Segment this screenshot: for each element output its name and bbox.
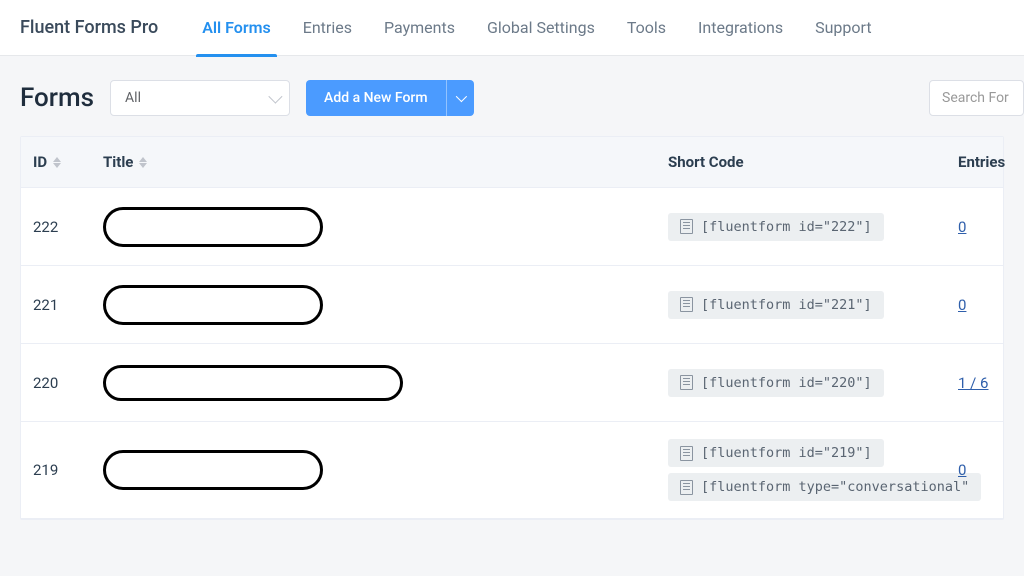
- nav-global-settings[interactable]: Global Settings: [471, 0, 611, 56]
- toolbar: Forms All Add a New Form Search For: [0, 56, 1024, 136]
- table-header-row: ID Title Short Code Entries: [21, 137, 1003, 188]
- entries-link[interactable]: 0: [958, 296, 966, 314]
- nav-entries[interactable]: Entries: [287, 0, 368, 56]
- shortcode-text: [fluentform id="222"]: [701, 219, 872, 235]
- entries-link[interactable]: 1 / 6: [958, 374, 989, 392]
- cell-title[interactable]: [91, 450, 656, 490]
- table-row: 221 [fluentform id="221"] 0: [21, 266, 1003, 344]
- table-row: 220 [fluentform id="220"] 1 / 6: [21, 344, 1003, 422]
- forms-table: ID Title Short Code Entries 222 [fluentfo…: [20, 136, 1004, 520]
- table-row: 222 [fluentform id="222"] 0: [21, 188, 1003, 266]
- form-title-redacted[interactable]: [103, 365, 403, 401]
- search-placeholder: Search For: [942, 90, 1009, 106]
- shortcode-chip[interactable]: [fluentform id="220"]: [668, 369, 884, 397]
- sort-icon: [53, 157, 61, 168]
- cell-id: 221: [21, 296, 91, 314]
- nav-tools[interactable]: Tools: [611, 0, 682, 56]
- col-title[interactable]: Title: [91, 153, 656, 171]
- form-title-redacted[interactable]: [103, 285, 323, 325]
- page-title: Forms: [20, 83, 94, 113]
- search-input[interactable]: Search For: [929, 80, 1024, 116]
- top-nav: Fluent Forms Pro All FormsEntriesPayment…: [0, 0, 1024, 56]
- entries-link[interactable]: 0: [958, 461, 966, 479]
- cell-shortcode: [fluentform id="220"]: [656, 366, 946, 400]
- nav-all-forms[interactable]: All Forms: [186, 0, 287, 56]
- shortcode-text: [fluentform id="219"]: [701, 445, 872, 461]
- nav-payments[interactable]: Payments: [368, 0, 471, 56]
- shortcode-chip[interactable]: [fluentform id="222"]: [668, 213, 884, 241]
- col-shortcode: Short Code: [656, 153, 946, 171]
- add-new-form-button[interactable]: Add a New Form: [306, 80, 474, 116]
- copy-icon: [680, 446, 693, 461]
- shortcode-chip[interactable]: [fluentform id="221"]: [668, 291, 884, 319]
- table-row: 219[fluentform id="219"][fluentform type…: [21, 422, 1003, 519]
- nav-support[interactable]: Support: [799, 0, 887, 56]
- cell-title[interactable]: [91, 285, 656, 325]
- shortcode-chip[interactable]: [fluentform type="conversational": [668, 473, 981, 501]
- col-entries: Entries: [946, 153, 1017, 171]
- shortcode-text: [fluentform type="conversational": [701, 479, 969, 495]
- cell-id: 219: [21, 461, 91, 479]
- cell-id: 220: [21, 374, 91, 392]
- shortcode-chip[interactable]: [fluentform id="219"]: [668, 439, 884, 467]
- cell-title[interactable]: [91, 365, 656, 401]
- cell-shortcode: [fluentform id="219"][fluentform type="c…: [656, 436, 946, 504]
- add-new-form-dropdown[interactable]: [446, 80, 474, 116]
- col-id[interactable]: ID: [21, 153, 91, 171]
- filter-selected-label: All: [125, 90, 141, 106]
- cell-entries: 0: [946, 296, 1003, 314]
- cell-entries: 0: [946, 218, 1003, 236]
- brand: Fluent Forms Pro: [20, 17, 158, 38]
- form-title-redacted[interactable]: [103, 450, 323, 490]
- chevron-down-icon: [456, 91, 467, 102]
- entries-link[interactable]: 0: [958, 218, 966, 236]
- shortcode-text: [fluentform id="220"]: [701, 375, 872, 391]
- add-new-form-label: Add a New Form: [306, 80, 446, 116]
- cell-title[interactable]: [91, 207, 656, 247]
- copy-icon: [680, 375, 693, 390]
- copy-icon: [680, 297, 693, 312]
- cell-entries: 0: [946, 461, 1003, 479]
- shortcode-text: [fluentform id="221"]: [701, 297, 872, 313]
- chevron-down-icon: [268, 90, 282, 104]
- copy-icon: [680, 219, 693, 234]
- cell-shortcode: [fluentform id="222"]: [656, 210, 946, 244]
- filter-select[interactable]: All: [110, 80, 290, 116]
- cell-id: 222: [21, 218, 91, 236]
- sort-icon: [139, 157, 147, 168]
- copy-icon: [680, 480, 693, 495]
- cell-shortcode: [fluentform id="221"]: [656, 288, 946, 322]
- form-title-redacted[interactable]: [103, 207, 323, 247]
- nav-integrations[interactable]: Integrations: [682, 0, 799, 56]
- cell-entries: 1 / 6: [946, 374, 1003, 392]
